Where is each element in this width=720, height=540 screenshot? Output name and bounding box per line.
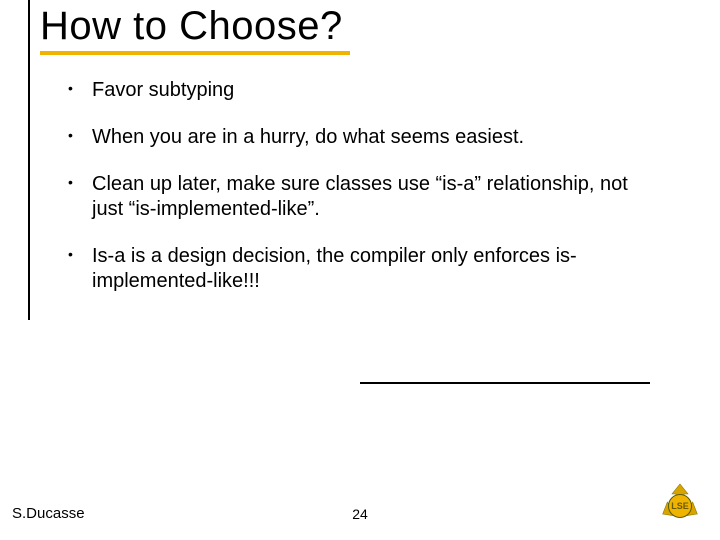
bullet-text: Is-a is a design decision, the compiler … — [92, 245, 577, 292]
title-block: How to Choose? — [40, 4, 350, 55]
logo-icon: LSE — [658, 482, 702, 526]
list-item: Is-a is a design decision, the compiler … — [62, 244, 662, 294]
lse-badge: LSE — [668, 494, 692, 518]
logo-text: LSE — [671, 501, 689, 511]
bullet-list: Favor subtyping When you are in a hurry,… — [62, 78, 662, 316]
page-number: 24 — [352, 506, 368, 522]
list-item: When you are in a hurry, do what seems e… — [62, 125, 662, 150]
slide-title: How to Choose? — [40, 4, 350, 49]
horizontal-rule — [360, 382, 650, 384]
left-vertical-rule — [28, 0, 30, 320]
list-item: Clean up later, make sure classes use “i… — [62, 172, 662, 222]
slide: How to Choose? Favor subtyping When you … — [0, 0, 720, 540]
bullet-text: When you are in a hurry, do what seems e… — [92, 126, 524, 148]
footer-author: S.Ducasse — [12, 505, 85, 522]
bullet-text: Favor subtyping — [92, 79, 234, 101]
bullet-text: Clean up later, make sure classes use “i… — [92, 173, 628, 220]
title-underline — [40, 51, 350, 55]
list-item: Favor subtyping — [62, 78, 662, 103]
